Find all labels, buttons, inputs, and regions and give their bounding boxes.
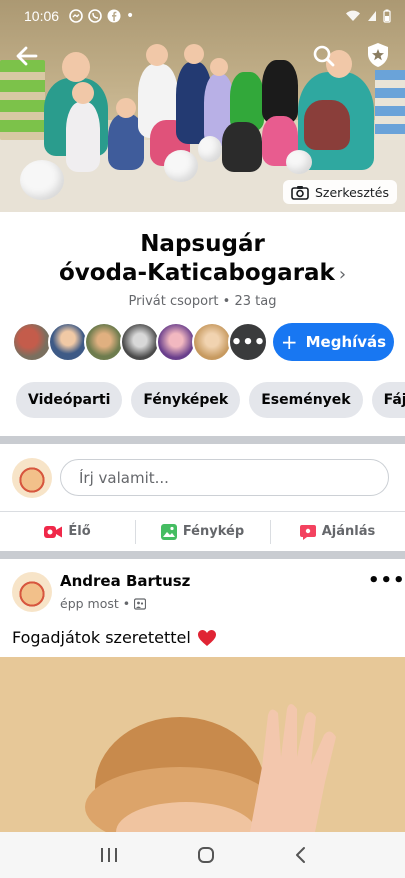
invite-label: Meghívás — [305, 333, 387, 351]
group-info: Privát csoport • 23 tag — [0, 294, 405, 309]
back-icon[interactable] — [294, 846, 306, 864]
avatar[interactable] — [192, 322, 232, 362]
group-audience-icon — [134, 597, 147, 610]
plus-icon: + — [280, 330, 298, 354]
home-icon[interactable] — [197, 846, 215, 864]
group-name-line2: óvoda-Katicabogarak — [58, 260, 335, 286]
cover-head — [116, 98, 136, 118]
cover-shelf-right — [375, 70, 405, 140]
group-tabs: Videóparti Fényképek Események Fájlok — [16, 382, 405, 418]
cover-person — [222, 122, 262, 172]
admin-shield-icon[interactable] — [366, 42, 390, 68]
cover-head — [72, 82, 94, 104]
cover-head — [146, 44, 168, 66]
recommendation-icon — [299, 524, 316, 540]
member-avatars[interactable]: ••• — [12, 322, 268, 362]
group-name-line1: Napsugár — [140, 231, 265, 257]
live-video-icon — [44, 525, 63, 538]
system-nav-bar — [0, 832, 405, 878]
post-image[interactable] — [0, 657, 405, 832]
system-icons — [345, 9, 391, 23]
post-meta-separator: • — [122, 596, 131, 611]
tab-files[interactable]: Fájlok — [371, 382, 405, 418]
group-privacy: Privát csoport — [128, 294, 219, 309]
tab-photos[interactable]: Fényképek — [131, 382, 241, 418]
avatar[interactable] — [12, 322, 52, 362]
viber-icon — [88, 9, 102, 23]
post-text-content: Fogadjátok szeretettel — [12, 628, 191, 647]
post-author-name[interactable]: Andrea Bartusz — [60, 572, 190, 590]
tab-videoparti[interactable]: Videóparti — [16, 382, 123, 418]
recommend-button[interactable]: Ajánlás — [270, 512, 405, 551]
cover-head — [62, 52, 90, 82]
cover-person — [262, 60, 298, 124]
more-members-icon[interactable]: ••• — [228, 322, 268, 362]
composer-actions: Élő Fénykép Ajánlás — [0, 511, 405, 551]
recent-apps-icon[interactable] — [100, 847, 118, 863]
avatar[interactable] — [156, 322, 196, 362]
wifi-icon — [346, 10, 360, 21]
photo-button[interactable]: Fénykép — [135, 512, 270, 551]
live-button[interactable]: Élő — [0, 512, 135, 551]
cover-head — [210, 58, 228, 76]
composer-placeholder: Írj valamit... — [79, 468, 169, 487]
section-divider — [0, 436, 405, 444]
avatar[interactable] — [84, 322, 124, 362]
invite-button[interactable]: + Meghívás — [273, 323, 394, 361]
cover-person — [304, 100, 350, 150]
cover-shelf-left — [0, 60, 45, 140]
recommend-label: Ajánlás — [321, 524, 376, 539]
group-name[interactable]: Napsugár óvoda-Katicabogarak › — [0, 230, 405, 289]
battery-icon — [383, 9, 391, 23]
section-divider — [0, 551, 405, 559]
back-arrow-icon[interactable] — [16, 46, 38, 66]
camera-icon — [291, 185, 309, 200]
edit-cover-button[interactable]: Szerkesztés — [283, 180, 397, 204]
post-time[interactable]: épp most — [60, 596, 119, 611]
tab-events[interactable]: Események — [249, 382, 363, 418]
post-text: Fogadjátok szeretettel — [12, 628, 217, 647]
composer-input[interactable]: Írj valamit... — [60, 459, 389, 496]
user-avatar[interactable] — [12, 458, 52, 498]
search-icon[interactable] — [312, 44, 336, 68]
chevron-right-icon: › — [338, 264, 347, 285]
cover-person — [66, 102, 100, 172]
edit-cover-label: Szerkesztés — [315, 184, 389, 200]
live-label: Élő — [68, 524, 91, 539]
photo-icon — [160, 523, 177, 540]
photo-label: Fénykép — [182, 524, 245, 539]
post-photo-content — [0, 657, 405, 832]
post-author-avatar[interactable] — [12, 572, 52, 612]
cover-balloon — [286, 150, 312, 174]
group-info-separator: • — [218, 294, 235, 309]
facebook-icon — [107, 9, 121, 23]
avatar[interactable] — [120, 322, 160, 362]
more-notifications-icon: • — [126, 8, 135, 24]
group-member-count: 23 tag — [234, 294, 277, 309]
status-time: 10:06 — [24, 8, 60, 24]
cover-balloon — [20, 160, 64, 200]
post-options-icon[interactable]: ••• — [368, 570, 405, 591]
cover-balloon — [198, 136, 222, 162]
avatar[interactable] — [48, 322, 88, 362]
messenger-icon — [69, 9, 83, 23]
signal-icon — [368, 11, 376, 21]
notification-icons: • — [69, 8, 134, 24]
status-bar: 10:06 • — [0, 0, 405, 32]
heart-emoji-icon — [197, 629, 216, 646]
cover-head — [184, 44, 204, 64]
post-meta: épp most • — [60, 596, 147, 611]
cover-balloon — [164, 150, 198, 182]
